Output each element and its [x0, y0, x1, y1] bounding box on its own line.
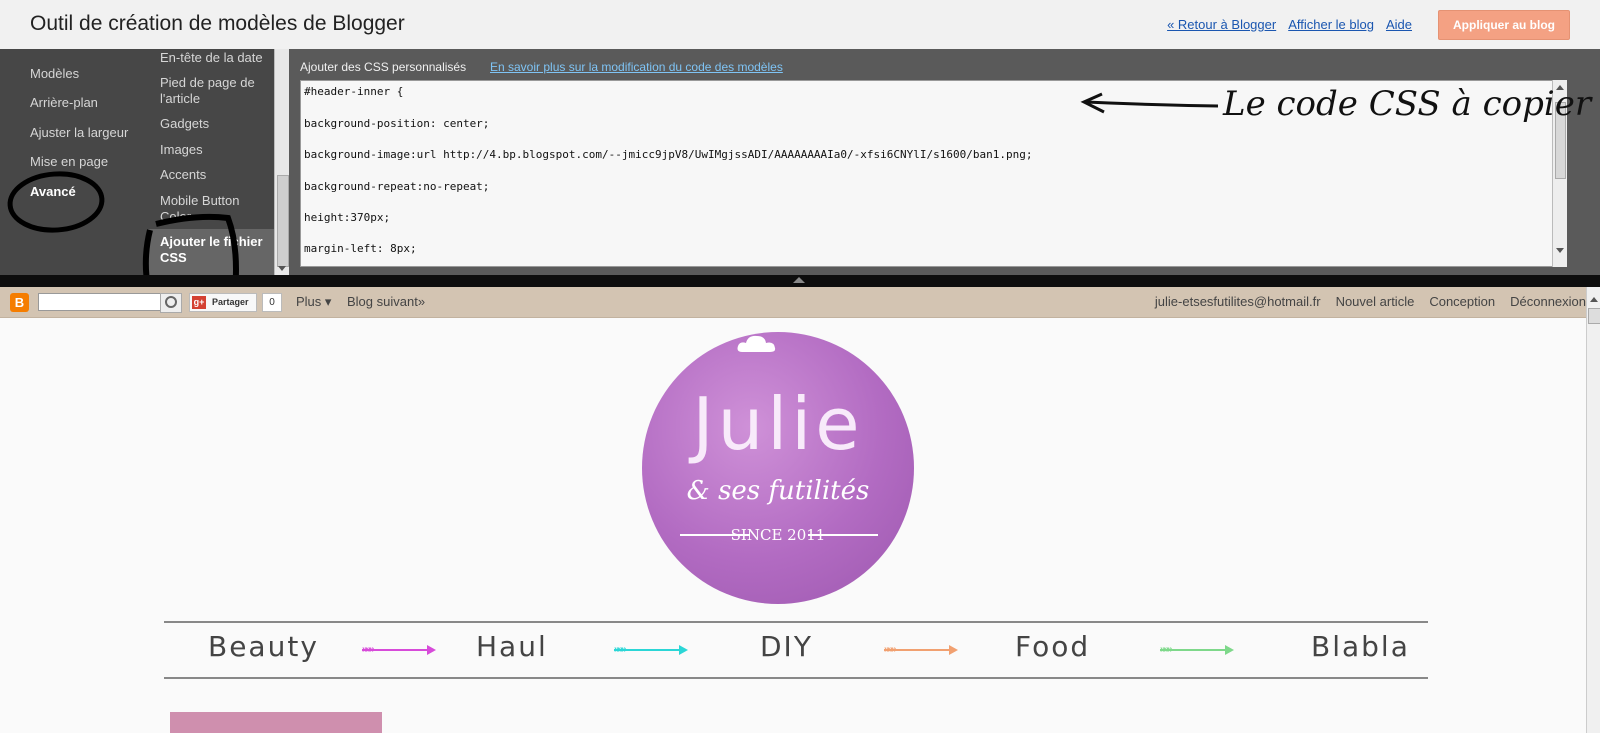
scroll-down-icon[interactable] [1556, 248, 1564, 253]
scroll-thumb[interactable] [1588, 308, 1600, 324]
logo-title: Julie [692, 382, 864, 466]
arrow-green-icon: »»» [1160, 645, 1234, 655]
navbar-search-input[interactable] [38, 293, 180, 311]
scribble-circle-advanced [7, 171, 105, 233]
menu-item-beauty[interactable]: Beauty [208, 630, 319, 663]
menu-item-blabla[interactable]: Blabla [1311, 630, 1410, 663]
scroll-up-icon[interactable] [1590, 297, 1598, 302]
menu-item-diy[interactable]: DIY [760, 630, 813, 663]
menu-divider-top [164, 621, 1428, 623]
help-link[interactable]: Aide [1386, 17, 1412, 32]
navbar-right-links: julie-etsesfutilites@hotmail.fr Nouvel a… [1140, 294, 1586, 309]
cloud-icon [737, 335, 776, 352]
code-line: background-repeat:no-repeat; [304, 180, 490, 193]
next-blog-link[interactable]: Blog suivant» [347, 294, 425, 309]
back-to-blogger-link[interactable]: « Retour à Blogger [1167, 17, 1276, 32]
divider-grip-icon[interactable] [793, 277, 805, 283]
sub-item-gadgets[interactable]: Gadgets [160, 116, 272, 132]
code-line: #header-inner { [304, 85, 404, 98]
share-button[interactable]: g+ Partager [189, 293, 257, 312]
logo-since: SINCE 2011 [730, 526, 826, 544]
app-title: Outil de création de modèles de Blogger [30, 12, 405, 35]
blog-logo [642, 332, 914, 604]
code-line: margin-left: 8px; [304, 242, 417, 255]
nav-item-templates[interactable]: Modèles [30, 66, 79, 81]
sub-item-images[interactable]: Images [160, 142, 272, 158]
new-post-link[interactable]: Nouvel article [1336, 294, 1415, 309]
code-line: height:370px; [304, 211, 391, 224]
nav-item-layout[interactable]: Mise en page [30, 154, 108, 169]
view-blog-link[interactable]: Afficher le blog [1288, 17, 1374, 32]
pane-divider[interactable] [0, 275, 1600, 287]
user-email[interactable]: julie-etsesfutilites@hotmail.fr [1155, 294, 1321, 309]
arrow-cyan-icon: »»» [614, 645, 688, 655]
top-header: Outil de création de modèles de Blogger … [0, 0, 1600, 50]
annotation-arrow-icon [1080, 92, 1219, 114]
nav-scrollbar[interactable] [274, 49, 289, 275]
post-header-bar [170, 712, 382, 733]
sign-out-link[interactable]: Déconnexion [1510, 294, 1586, 309]
search-icon [165, 296, 177, 308]
sub-item-accents[interactable]: Accents [160, 167, 272, 183]
code-line: background-position: center; [304, 117, 490, 130]
custom-css-label: Ajouter des CSS personnalisés [300, 60, 467, 74]
more-menu[interactable]: Plus ▾ [296, 294, 331, 310]
logo-subtitle: & ses futilités [686, 476, 870, 506]
header-links: « Retour à Blogger Afficher le blog Aide… [1167, 0, 1600, 49]
custom-css-panel: Ajouter des CSS personnalisés En savoir … [288, 49, 1600, 275]
google-plus-icon: g+ [192, 296, 206, 309]
sub-item-post-footer[interactable]: Pied de page de l'article [160, 75, 272, 107]
nav-item-background[interactable]: Arrière-plan [30, 95, 98, 110]
more-label: Plus [296, 294, 322, 309]
menu-item-haul[interactable]: Haul [476, 630, 548, 663]
main-nav: Modèles Arrière-plan Ajuster la largeur … [0, 49, 148, 275]
share-count: 0 [262, 293, 282, 312]
navbar-search-button[interactable] [160, 293, 182, 313]
blogger-navbar: B g+ Partager 0 Plus ▾ Blog suivant» jul… [0, 287, 1586, 318]
chevron-down-icon: ▾ [324, 294, 332, 309]
scroll-down-icon[interactable] [278, 266, 286, 271]
blog-preview: Julie & ses futilités SINCE 2011 Beauty … [0, 318, 1586, 733]
apply-to-blog-button[interactable]: Appliquer au blog [1438, 9, 1570, 40]
arrow-pink-icon: »»» [362, 645, 436, 655]
template-code-help-link[interactable]: En savoir plus sur la modification du co… [490, 60, 783, 74]
code-line: background-image:url http://4.bp.blogspo… [304, 148, 1033, 161]
blogger-logo-icon[interactable]: B [10, 293, 29, 312]
menu-divider-bottom [164, 677, 1428, 679]
page-scrollbar[interactable] [1586, 287, 1600, 733]
menu-item-food[interactable]: Food [1015, 630, 1090, 663]
arrow-orange-icon: »»» [884, 645, 958, 655]
design-link[interactable]: Conception [1429, 294, 1495, 309]
nav-item-adjust-width[interactable]: Ajuster la largeur [30, 125, 128, 140]
annotation-text: Le code CSS à copier [1223, 84, 1592, 124]
share-label: Partager [212, 297, 249, 307]
sub-item-date-header[interactable]: En-tête de la date [160, 50, 272, 66]
